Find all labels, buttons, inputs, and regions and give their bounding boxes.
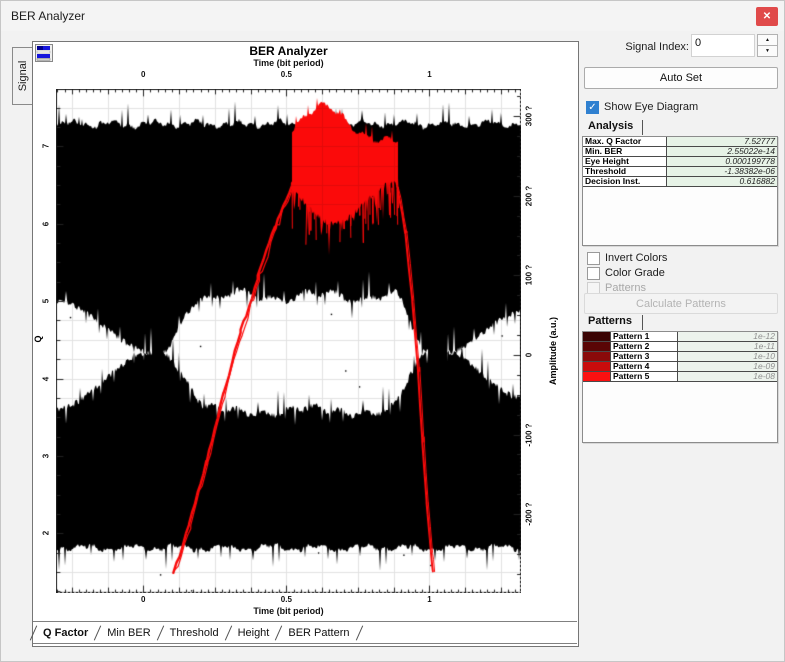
tab-analysis[interactable]: Analysis (588, 120, 633, 132)
pattern-ber-value: 1e-12 (678, 332, 777, 341)
analysis-table: Max. Q Factor7.52777Min. BER2.55022e-14E… (582, 136, 778, 246)
analysis-row-label: Decision Inst. (583, 177, 667, 186)
signal-index-field[interactable]: 0 (691, 34, 755, 57)
tab-min-ber[interactable]: Min BER (98, 627, 159, 639)
pattern-name: Pattern 4 (611, 362, 678, 371)
x-tick-label-bottom: 0.5 (266, 595, 306, 604)
x-tick-label-top: 1 (409, 70, 449, 79)
pattern-ber-value: 1e-08 (678, 372, 777, 381)
right-axis-label: Amplitude (a.u.) (548, 317, 558, 385)
x-tick-label-bottom: 1 (409, 595, 449, 604)
q-tick-label: 5 (42, 299, 51, 303)
analysis-row-value: 0.616882 (667, 177, 777, 186)
amplitude-tick-label: -200 ? (525, 503, 534, 526)
tab-height[interactable]: Height (229, 627, 279, 639)
title-bar: BER Analyzer ✕ (1, 1, 784, 31)
pattern-row[interactable]: Pattern 11e-12 (583, 332, 777, 342)
bottom-tab-strip: Q FactorMin BERThresholdHeightBER Patter… (33, 621, 577, 644)
x-tick-label-top: 0.5 (266, 70, 306, 79)
analysis-row[interactable]: Min. BER2.55022e-14 (583, 147, 777, 157)
amplitude-tick-label: 200 ? (525, 185, 534, 205)
tab-signal[interactable]: Signal (12, 47, 33, 105)
calculate-patterns-button[interactable]: Calculate Patterns (584, 293, 778, 314)
analysis-row[interactable]: Decision Inst.0.616882 (583, 177, 777, 187)
q-tick-label: 6 (42, 221, 51, 225)
chart-title: BER Analyzer (56, 44, 521, 58)
q-tick-label: 3 (42, 454, 51, 458)
top-axis-title: Time (bit period) (56, 58, 521, 68)
cascade-windows-icon[interactable] (35, 44, 53, 62)
analysis-row-label: Threshold (583, 167, 667, 176)
analysis-row-label: Eye Height (583, 157, 667, 166)
chevron-up-icon: ▲ (765, 37, 770, 43)
check-icon: ✓ (587, 102, 598, 113)
auto-set-button[interactable]: Auto Set (584, 67, 778, 89)
show-eye-diagram-checkbox[interactable]: ✓ (586, 101, 599, 114)
pattern-name: Pattern 3 (611, 352, 678, 361)
eye-diagram-canvas[interactable] (56, 89, 521, 593)
amplitude-tick-label: 300 ? (525, 106, 534, 126)
left-axis-label: Q (33, 335, 43, 342)
chevron-down-icon: ▼ (765, 48, 770, 54)
pattern-row[interactable]: Pattern 41e-09 (583, 362, 777, 372)
amplitude-tick-label: 0 (525, 353, 534, 357)
pattern-name: Pattern 2 (611, 342, 678, 351)
tab-threshold[interactable]: Threshold (161, 627, 228, 639)
patterns-table: Pattern 11e-12Pattern 21e-11Pattern 31e-… (582, 331, 778, 443)
invert-colors-label: Invert Colors (605, 252, 667, 264)
close-icon: ✕ (756, 7, 778, 26)
tab-ber-pattern[interactable]: BER Pattern (279, 627, 358, 639)
q-tick-label: 4 (42, 376, 51, 380)
pattern-name: Pattern 5 (611, 372, 678, 381)
invert-colors-checkbox[interactable] (587, 252, 600, 265)
ber-analyzer-window: BER Analyzer ✕ Signal BER Analyzer Time … (0, 0, 785, 662)
analysis-row-value: 2.55022e-14 (667, 147, 777, 156)
analysis-row-label: Max. Q Factor (583, 137, 667, 146)
analysis-row[interactable]: Max. Q Factor7.52777 (583, 137, 777, 147)
pattern-ber-value: 1e-09 (678, 362, 777, 371)
pattern-ber-value: 1e-11 (678, 342, 777, 351)
amplitude-tick-label: 100 ? (525, 265, 534, 285)
pattern-row[interactable]: Pattern 31e-10 (583, 352, 777, 362)
pattern-ber-value: 1e-10 (678, 352, 777, 361)
analysis-row-value: 0.000199778 (667, 157, 777, 166)
close-button[interactable]: ✕ (756, 7, 778, 26)
pattern-color-swatch (583, 332, 611, 341)
tab-patterns[interactable]: Patterns (588, 315, 632, 327)
show-eye-diagram-label: Show Eye Diagram (604, 101, 698, 113)
pattern-color-swatch (583, 342, 611, 351)
tab-q-factor[interactable]: Q Factor (34, 627, 97, 639)
pattern-row[interactable]: Pattern 21e-11 (583, 342, 777, 352)
bottom-axis-title: Time (bit period) (56, 606, 521, 616)
signal-index-stepper: ▲ ▼ (757, 34, 778, 57)
pattern-row[interactable]: Pattern 51e-08 (583, 372, 777, 382)
analysis-row-value: -1.38382e-06 (667, 167, 777, 176)
q-tick-label: 2 (42, 531, 51, 535)
q-tick-label: 7 (42, 144, 51, 148)
x-tick-label-top: 0 (123, 70, 163, 79)
x-tick-label-bottom: 0 (123, 595, 163, 604)
color-grade-label: Color Grade (605, 267, 665, 279)
signal-index-label: Signal Index: (581, 41, 689, 53)
pattern-name: Pattern 1 (611, 332, 678, 341)
spin-down-button[interactable]: ▼ (757, 45, 778, 57)
analysis-row-value: 7.52777 (667, 137, 777, 146)
pattern-color-swatch (583, 362, 611, 371)
analysis-row[interactable]: Eye Height0.000199778 (583, 157, 777, 167)
analysis-tab-divider (642, 120, 643, 135)
window-title: BER Analyzer (11, 9, 85, 23)
analysis-row[interactable]: Threshold-1.38382e-06 (583, 167, 777, 177)
color-grade-checkbox[interactable] (587, 267, 600, 280)
patterns-tab-divider (642, 315, 643, 330)
pattern-color-swatch (583, 352, 611, 361)
tab-signal-label: Signal (17, 61, 29, 92)
amplitude-tick-label: -100 ? (525, 423, 534, 446)
analysis-row-label: Min. BER (583, 147, 667, 156)
pattern-color-swatch (583, 372, 611, 381)
